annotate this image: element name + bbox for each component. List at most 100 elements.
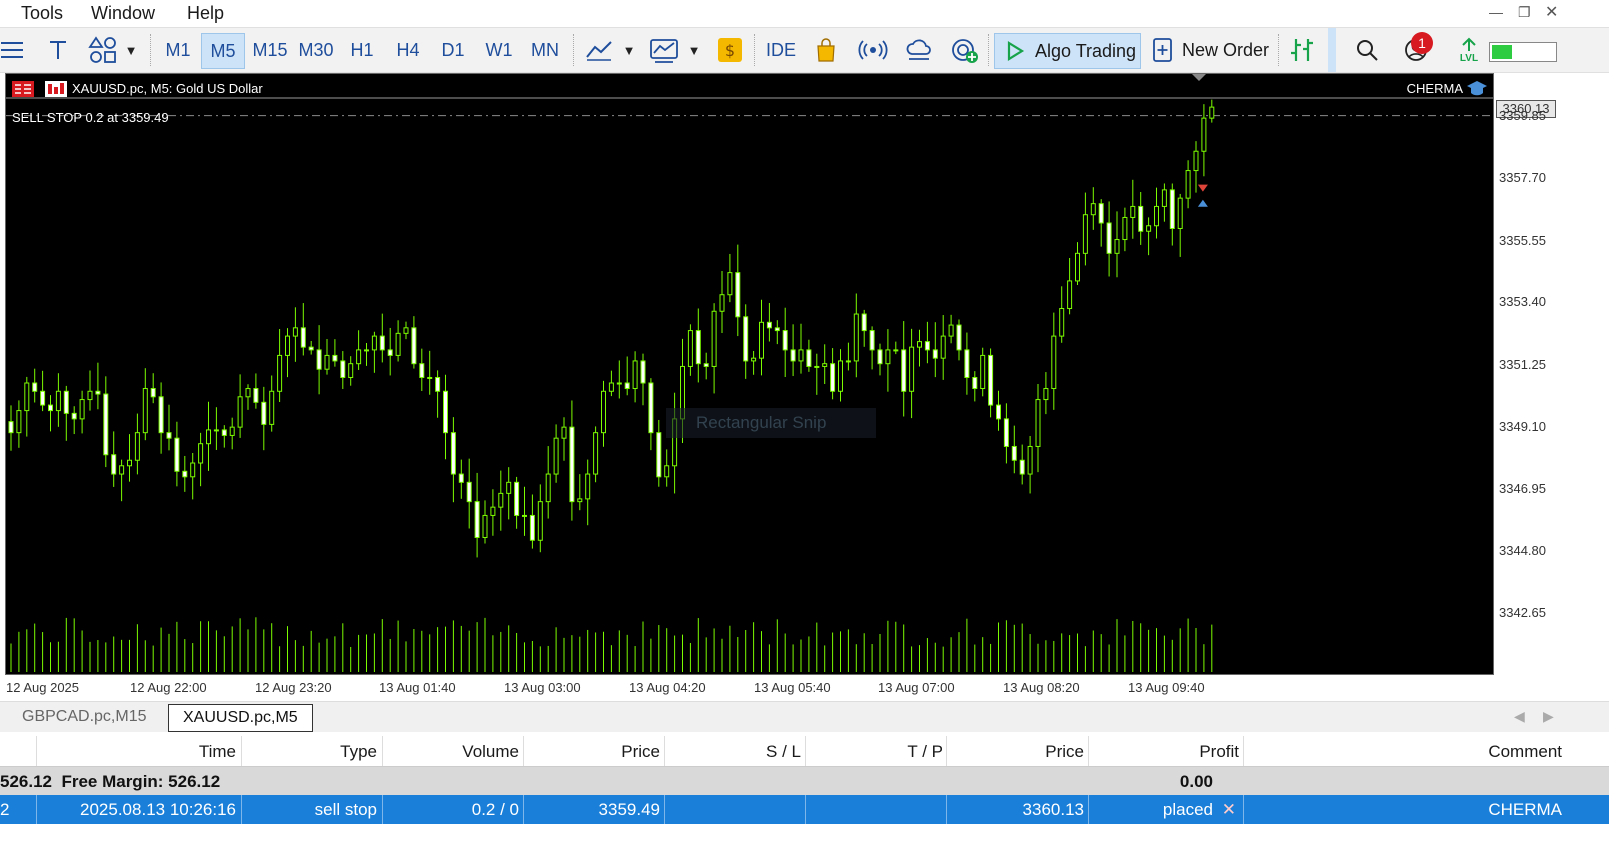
candle-body: [1154, 205, 1159, 227]
timeframe-m15[interactable]: M15: [249, 33, 291, 67]
trade-table-header: Time Type Volume Price S / L T / P Price…: [0, 736, 1609, 767]
candle-body: [751, 357, 757, 362]
candle-body: [198, 443, 204, 464]
restore-icon[interactable]: ❐: [1518, 4, 1531, 21]
price-chart[interactable]: XAUUSD.pc, M5: Gold US Dollar SELL STOP …: [5, 73, 1494, 675]
candle-body: [814, 365, 820, 368]
candle-body: [901, 349, 907, 392]
candle-body: [277, 354, 283, 392]
candle-body: [253, 388, 259, 403]
column-divider: [664, 736, 665, 766]
sell-marker: [1197, 184, 1208, 192]
candle-body: [727, 272, 733, 296]
timeframe-mn[interactable]: MN: [525, 33, 565, 67]
header-type[interactable]: Type: [340, 742, 377, 762]
order-row[interactable]: 2 2025.08.13 10:26:16 sell stop 0.2 / 0 …: [0, 795, 1609, 824]
candle-body: [40, 390, 46, 406]
candle-body: [861, 313, 867, 332]
chart-type-icon[interactable]: [584, 33, 614, 67]
timeframe-d1[interactable]: D1: [434, 33, 472, 67]
shapes-icon[interactable]: [86, 33, 120, 67]
lvl-icon[interactable]: LVL: [1455, 33, 1483, 67]
depth-of-market-icon[interactable]: [1287, 33, 1319, 67]
header-time[interactable]: Time: [199, 742, 236, 762]
candle-body: [656, 432, 662, 478]
menu-tools[interactable]: Tools: [21, 3, 63, 24]
new-order-button[interactable]: New Order: [1148, 33, 1272, 67]
search-icon[interactable]: [1352, 33, 1382, 67]
candle-body: [166, 432, 172, 439]
indicators-dropdown-icon[interactable]: ▼: [685, 33, 703, 67]
market-bag-icon[interactable]: [812, 33, 840, 67]
header-current-price[interactable]: Price: [1045, 742, 1084, 762]
menu-window[interactable]: Window: [91, 3, 155, 24]
price-tick: 3357.70: [1499, 170, 1546, 185]
candle-body: [996, 404, 1001, 420]
shapes-dropdown-icon[interactable]: ▼: [122, 33, 140, 67]
candle-body: [395, 332, 401, 356]
timeframe-h4[interactable]: H4: [389, 33, 427, 67]
candle-body: [853, 313, 859, 362]
menu-bar: Tools Window Help — ❐ ✕: [0, 0, 1609, 26]
close-icon[interactable]: ✕: [1545, 2, 1558, 22]
toolbar-separator: [573, 34, 575, 66]
candle-body: [972, 376, 978, 390]
candle-body: [71, 412, 77, 420]
tab-gbpcad[interactable]: GBPCAD.pc,M15: [8, 704, 160, 730]
timeframe-m1[interactable]: M1: [159, 33, 197, 67]
lvl-label: LVL: [1459, 52, 1479, 64]
chart-shift-marker[interactable]: [1192, 74, 1206, 81]
header-profit[interactable]: Profit: [1199, 742, 1239, 762]
timeframe-m5[interactable]: M5: [201, 33, 245, 69]
minimize-icon[interactable]: —: [1489, 4, 1503, 20]
candle-body: [687, 330, 693, 367]
cloud-icon[interactable]: [903, 33, 935, 67]
vps-icon[interactable]: [948, 33, 982, 67]
candle-body: [435, 376, 441, 392]
menu-help[interactable]: Help: [187, 3, 224, 24]
close-order-icon[interactable]: ✕: [1222, 800, 1236, 820]
new-order-label: New Order: [1182, 39, 1270, 60]
candle-body: [1059, 308, 1065, 337]
candle-body: [498, 492, 504, 508]
header-tp[interactable]: T / P: [907, 742, 943, 762]
market-dollar-icon[interactable]: $: [716, 33, 744, 67]
candle-body: [158, 396, 164, 434]
price-tick: 3349.10: [1499, 419, 1546, 434]
candle-body: [48, 404, 53, 412]
candle-body: [766, 321, 772, 329]
timeframe-m30[interactable]: M30: [295, 33, 337, 67]
price-tick: 3344.80: [1499, 543, 1546, 558]
order-price: 3359.49: [598, 800, 660, 819]
candle-body: [585, 473, 591, 500]
algo-trading-button[interactable]: Algo Trading: [994, 33, 1141, 69]
candle-body: [529, 514, 535, 541]
candle-body: [371, 335, 377, 351]
scroll-left-icon[interactable]: ◀: [1514, 708, 1525, 725]
hamburger-icon[interactable]: [0, 33, 28, 67]
scroll-right-icon[interactable]: ▶: [1543, 708, 1554, 725]
price-tick: 3342.65: [1499, 605, 1546, 620]
timeframe-h1[interactable]: H1: [343, 33, 381, 67]
indicators-icon[interactable]: [648, 33, 680, 67]
candle-body: [735, 272, 741, 318]
chart-title: XAUUSD.pc, M5: Gold US Dollar: [72, 81, 263, 96]
candle-body: [1193, 150, 1199, 172]
time-tick: 13 Aug 01:40: [379, 680, 456, 695]
notifications-icon[interactable]: 1: [1398, 32, 1434, 67]
timeframe-w1[interactable]: W1: [480, 33, 518, 67]
tab-xauusd[interactable]: XAUUSD.pc,M5: [168, 704, 313, 732]
header-sl[interactable]: S / L: [766, 742, 801, 762]
candle-body: [174, 437, 180, 472]
header-price[interactable]: Price: [621, 742, 660, 762]
ide-button[interactable]: IDE: [763, 33, 799, 67]
text-tool-icon[interactable]: [44, 33, 72, 67]
candle-body: [458, 473, 464, 483]
candle-body: [1114, 239, 1120, 254]
header-comment[interactable]: Comment: [1488, 742, 1562, 762]
toolbar-separator: [754, 34, 756, 66]
signals-icon[interactable]: [857, 33, 889, 67]
candle-body: [545, 473, 551, 503]
chart-type-dropdown-icon[interactable]: ▼: [620, 33, 638, 67]
header-volume[interactable]: Volume: [462, 742, 519, 762]
